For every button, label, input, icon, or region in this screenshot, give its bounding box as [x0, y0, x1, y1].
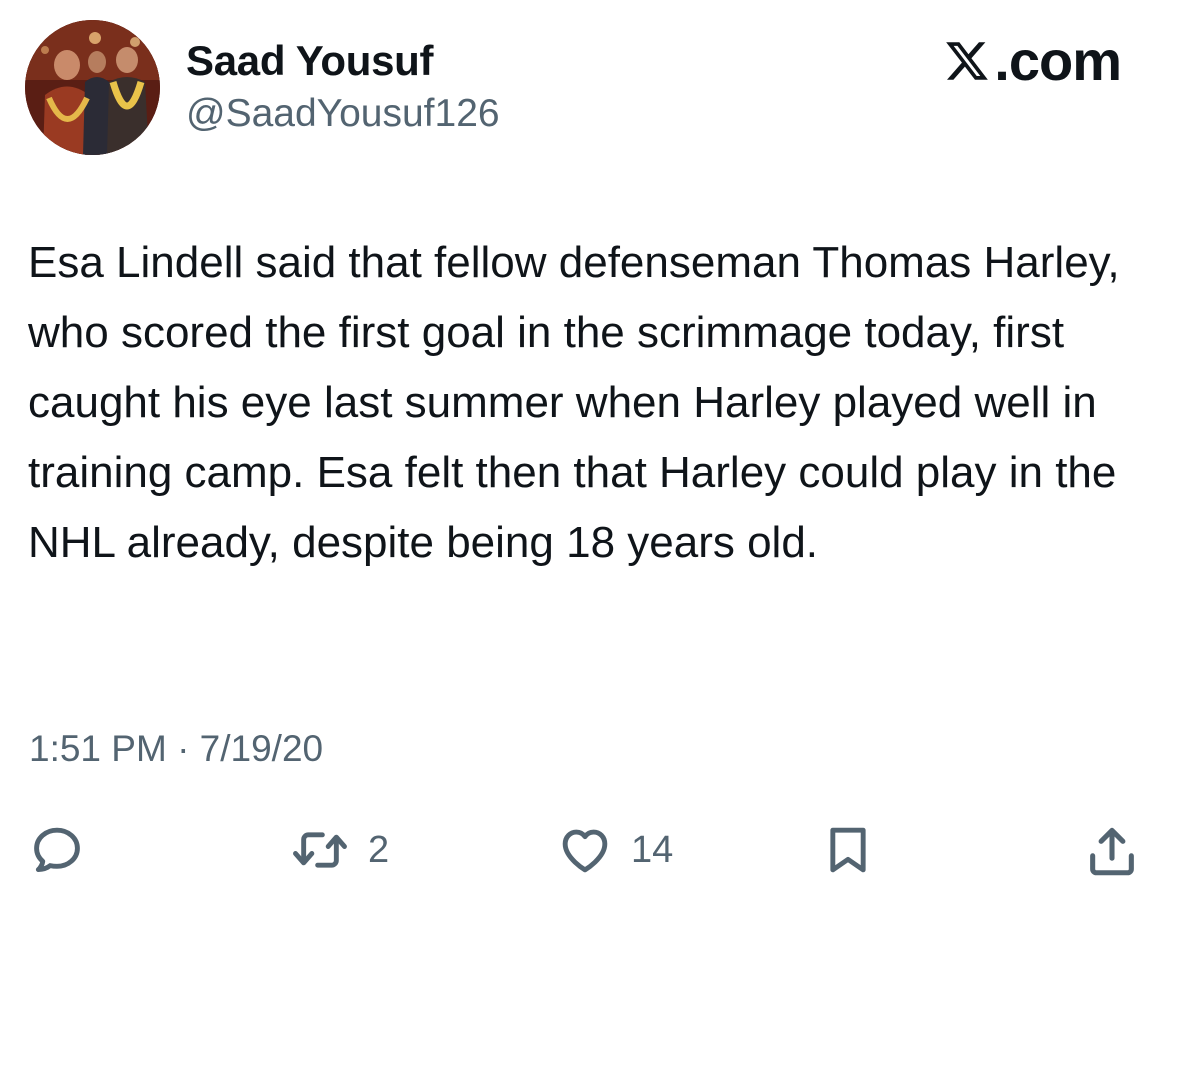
retweet-count: 2 [368, 828, 390, 871]
tweet-timestamp[interactable]: 1:51 PM · 7/19/20 [29, 728, 323, 770]
user-handle[interactable]: @SaadYousuf126 [186, 92, 500, 136]
brand-logo: .com [942, 28, 1122, 93]
avatar[interactable] [25, 20, 160, 155]
retweet-icon [293, 832, 347, 868]
like-count: 14 [631, 828, 674, 871]
brand-suffix: .com [994, 29, 1122, 92]
display-name[interactable]: Saad Yousuf [186, 37, 434, 85]
tweet-text: Esa Lindell said that fellow defenseman … [28, 238, 1132, 567]
x-logo-icon [946, 41, 989, 80]
share-button[interactable] [1083, 822, 1141, 880]
heart-icon [562, 829, 608, 873]
bookmark-button[interactable] [820, 822, 876, 878]
share-icon [1090, 827, 1134, 876]
reply-button[interactable] [28, 822, 102, 878]
profile-photo [25, 20, 160, 155]
bookmark-icon [830, 827, 866, 873]
retweet-button[interactable]: 2 [288, 822, 389, 878]
like-button[interactable]: 14 [555, 822, 673, 878]
reply-icon [34, 827, 80, 873]
